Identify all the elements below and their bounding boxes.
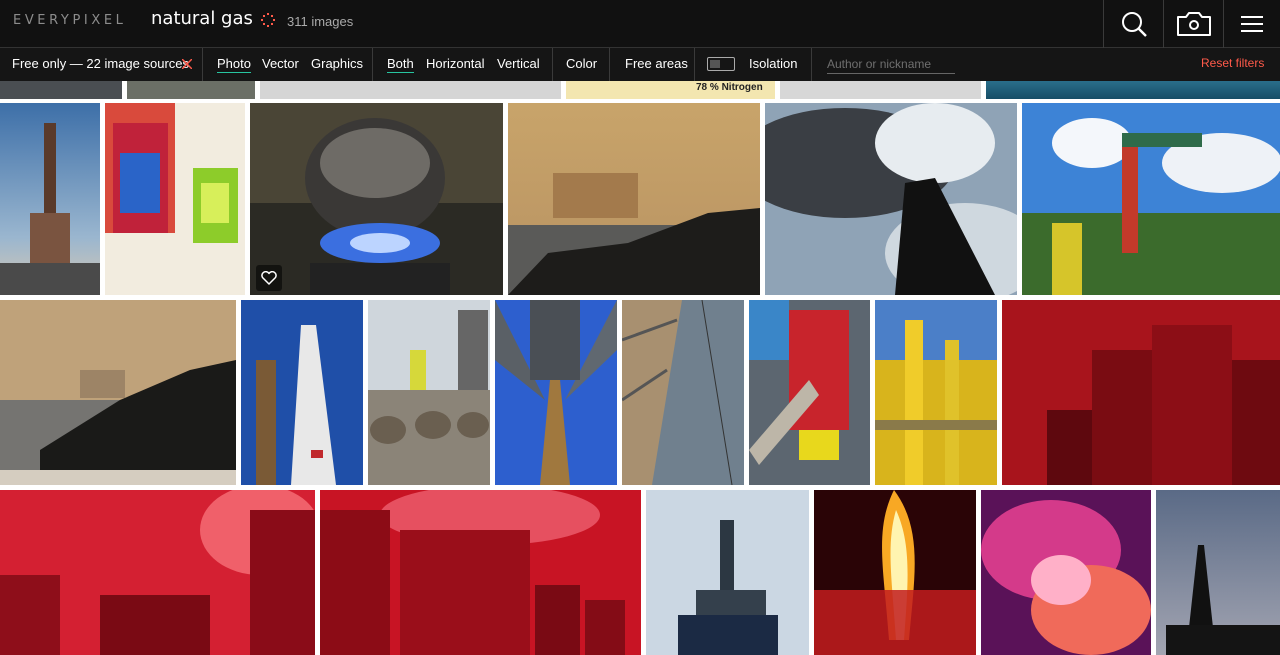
top-bar: EVERYPIXEL natural gas 311 images: [0, 0, 1280, 48]
image-tile-pipes-platform[interactable]: [368, 300, 490, 485]
color-filter[interactable]: Color: [566, 56, 597, 71]
image-tile-rig-dusk[interactable]: [1156, 490, 1280, 655]
orientation-vertical[interactable]: Vertical: [497, 56, 540, 71]
menu-icon: [1241, 16, 1263, 32]
type-photo[interactable]: Photo: [217, 56, 251, 73]
image-tile-pink-smoke[interactable]: [981, 490, 1151, 655]
image-tile[interactable]: [780, 81, 981, 99]
image-tile-red-wellhead[interactable]: [749, 300, 870, 485]
image-tile-red-tanks[interactable]: [1002, 300, 1280, 485]
image-tile[interactable]: [986, 81, 1280, 99]
isolation-label[interactable]: Isolation: [749, 56, 797, 71]
like-button[interactable]: [256, 265, 282, 291]
image-tile-gas-flare[interactable]: [814, 490, 976, 655]
image-tile-offshore-platform[interactable]: [646, 490, 809, 655]
free-areas-filter[interactable]: Free areas: [625, 56, 688, 71]
divider: [694, 48, 695, 81]
search-query[interactable]: natural gas: [151, 8, 253, 29]
image-tile[interactable]: [127, 81, 255, 99]
close-icon[interactable]: [182, 59, 192, 69]
image-tile-derrick-blue[interactable]: [241, 300, 363, 485]
orientation-both[interactable]: Both: [387, 56, 414, 73]
camera-icon: [1176, 12, 1211, 36]
image-tile-rig-clouds[interactable]: [765, 103, 1017, 295]
image-tile[interactable]: 78 % Nitrogen: [566, 81, 775, 99]
type-vector[interactable]: Vector: [262, 56, 299, 71]
image-tile-kettle-flame[interactable]: [250, 103, 503, 295]
image-tile-yellow-pipework[interactable]: [875, 300, 997, 485]
filter-bar: Free only — 22 image sources Photo Vecto…: [0, 48, 1280, 81]
divider: [552, 48, 553, 81]
type-graphics[interactable]: Graphics: [311, 56, 363, 71]
divider: [372, 48, 373, 81]
reset-filters-link[interactable]: Reset filters: [1201, 56, 1264, 70]
image-tile-lanterns[interactable]: [105, 103, 245, 295]
menu-button[interactable]: [1223, 0, 1280, 48]
image-tile[interactable]: [260, 81, 561, 99]
sparkle-icon: [261, 13, 275, 27]
orientation-horizontal[interactable]: Horizontal: [426, 56, 485, 71]
search-button[interactable]: [1103, 0, 1163, 48]
toggle-knob: [710, 60, 720, 68]
search-icon: [1121, 12, 1147, 37]
image-tile-pump-jack[interactable]: [1022, 103, 1280, 295]
result-count: 311 images: [287, 14, 354, 29]
image-tile-looking-up-derrick[interactable]: [495, 300, 617, 485]
divider: [811, 48, 812, 81]
visual-search-button[interactable]: [1163, 0, 1223, 48]
nitrogen-label: 78 % Nitrogen: [696, 82, 763, 93]
isolation-toggle[interactable]: [707, 57, 735, 71]
image-tile-ship-hazy[interactable]: [508, 103, 760, 295]
heart-icon: [261, 271, 277, 285]
image-tile-ship-rocks[interactable]: [0, 300, 236, 485]
image-tile[interactable]: [0, 81, 122, 99]
free-sources-filter[interactable]: Free only — 22 image sources: [12, 56, 189, 71]
image-tile-red-tanks-stairs[interactable]: [0, 490, 315, 655]
divider: [609, 48, 610, 81]
everypixel-logo[interactable]: EVERYPIXEL: [13, 13, 127, 28]
image-tile-red-silos[interactable]: [320, 490, 641, 655]
author-input[interactable]: [827, 54, 955, 74]
image-tile-drilling-rig[interactable]: [0, 103, 100, 295]
image-tile-derrick-frame[interactable]: [622, 300, 744, 485]
divider: [202, 48, 203, 81]
